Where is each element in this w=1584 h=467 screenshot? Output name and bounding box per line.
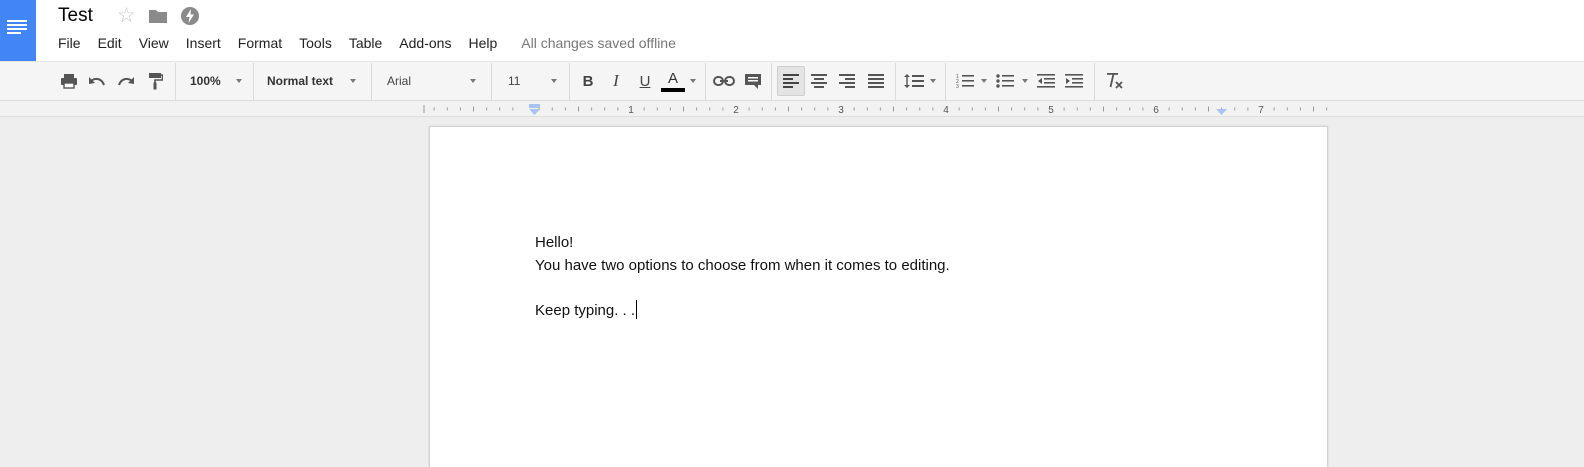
toolbar-separator (175, 63, 176, 100)
toolbar-separator (945, 63, 946, 100)
ruler-label: 4 (943, 105, 949, 116)
chevron-down-icon (236, 79, 242, 83)
toolbar-separator (895, 63, 896, 100)
doc-line[interactable]: Hello! (535, 234, 573, 251)
toolbar-separator (1094, 63, 1095, 100)
menu-tools[interactable]: Tools (299, 35, 332, 51)
chevron-down-icon (470, 79, 476, 83)
line-spacing-icon[interactable] (902, 69, 926, 93)
ruler-scale: 1 2 3 4 5 6 7 (423, 104, 1328, 116)
save-status: All changes saved offline (521, 35, 676, 51)
redo-icon[interactable] (115, 69, 137, 93)
toolbar-separator (491, 63, 492, 100)
text-color-letter: A (667, 69, 678, 87)
print-icon[interactable] (58, 69, 80, 93)
left-indent-marker[interactable] (529, 104, 540, 115)
document-page[interactable]: Hello! You have two options to choose fr… (429, 126, 1328, 467)
docs-logo-icon[interactable] (0, 0, 36, 61)
menu-format[interactable]: Format (238, 35, 282, 51)
text-color-swatch (661, 87, 685, 92)
star-icon[interactable]: ☆ (117, 5, 137, 26)
increase-indent-icon[interactable] (1063, 69, 1085, 93)
ruler-label: 7 (1258, 105, 1264, 116)
menu-bar: File Edit View Insert Format Tools Table… (58, 34, 676, 52)
ruler: 1 2 3 4 5 6 7 (0, 101, 1584, 117)
toolbar-separator (569, 63, 570, 100)
toolbar-separator (253, 63, 254, 100)
text-color-button[interactable]: A (660, 69, 686, 93)
font-value: Arial (387, 74, 412, 88)
svg-text:3: 3 (956, 84, 959, 89)
folder-icon[interactable] (148, 8, 168, 28)
undo-icon[interactable] (86, 69, 108, 93)
text-cursor (636, 300, 638, 319)
doc-title[interactable]: Test (58, 5, 93, 27)
ruler-label: 2 (733, 105, 739, 116)
chevron-down-icon (1022, 79, 1028, 83)
bulleted-list-icon[interactable] (993, 69, 1017, 93)
menu-insert[interactable]: Insert (186, 35, 221, 51)
underline-button[interactable]: U (634, 69, 656, 93)
menu-help[interactable]: Help (468, 35, 497, 51)
toolbar-separator (371, 63, 372, 100)
align-justify-icon[interactable] (865, 69, 887, 93)
decrease-indent-icon[interactable] (1035, 69, 1057, 93)
font-select[interactable]: Arial (380, 69, 484, 93)
doc-line[interactable]: You have two options to choose from when… (535, 257, 950, 274)
menu-addons[interactable]: Add-ons (399, 35, 451, 51)
align-left-icon[interactable] (777, 66, 805, 96)
align-center-icon[interactable] (808, 69, 830, 93)
bold-button[interactable]: B (577, 69, 599, 93)
menu-file[interactable]: File (58, 35, 81, 51)
chevron-down-icon (551, 79, 557, 83)
numbered-list-icon[interactable]: 123 (953, 69, 977, 93)
app-header: Test ☆ File Edit View Insert Format Tool… (0, 0, 1584, 61)
style-value: Normal text (267, 74, 334, 88)
comment-icon[interactable] (742, 69, 764, 93)
menu-view[interactable]: View (139, 35, 169, 51)
offline-bolt-icon[interactable] (180, 6, 200, 26)
chevron-down-icon (981, 79, 987, 83)
doc-line-with-cursor[interactable]: Keep typing. . . (535, 300, 638, 319)
toolbar-separator (771, 63, 772, 100)
menu-edit[interactable]: Edit (98, 35, 122, 51)
align-right-icon[interactable] (836, 69, 858, 93)
toolbar: 100% Normal text Arial 11 B I U A 1 2 3 (0, 61, 1584, 101)
chevron-down-icon (690, 79, 696, 83)
right-indent-marker[interactable] (1216, 109, 1227, 115)
style-select[interactable]: Normal text (260, 69, 364, 93)
font-size-value: 11 (508, 74, 521, 88)
chevron-down-icon (930, 79, 936, 83)
zoom-value: 100% (190, 74, 221, 88)
clear-formatting-icon[interactable] (1102, 69, 1126, 93)
ruler-label: 5 (1048, 105, 1054, 116)
paint-format-icon[interactable] (144, 69, 166, 93)
menu-table[interactable]: Table (349, 35, 382, 51)
ruler-label: 1 (628, 105, 634, 116)
link-icon[interactable] (712, 69, 736, 93)
chevron-down-icon (350, 79, 356, 83)
ruler-label: 6 (1153, 105, 1159, 116)
toolbar-separator (705, 63, 706, 100)
ruler-label: 3 (838, 105, 844, 116)
italic-button[interactable]: I (605, 69, 627, 93)
doc-line: Keep typing. . . (535, 302, 636, 319)
